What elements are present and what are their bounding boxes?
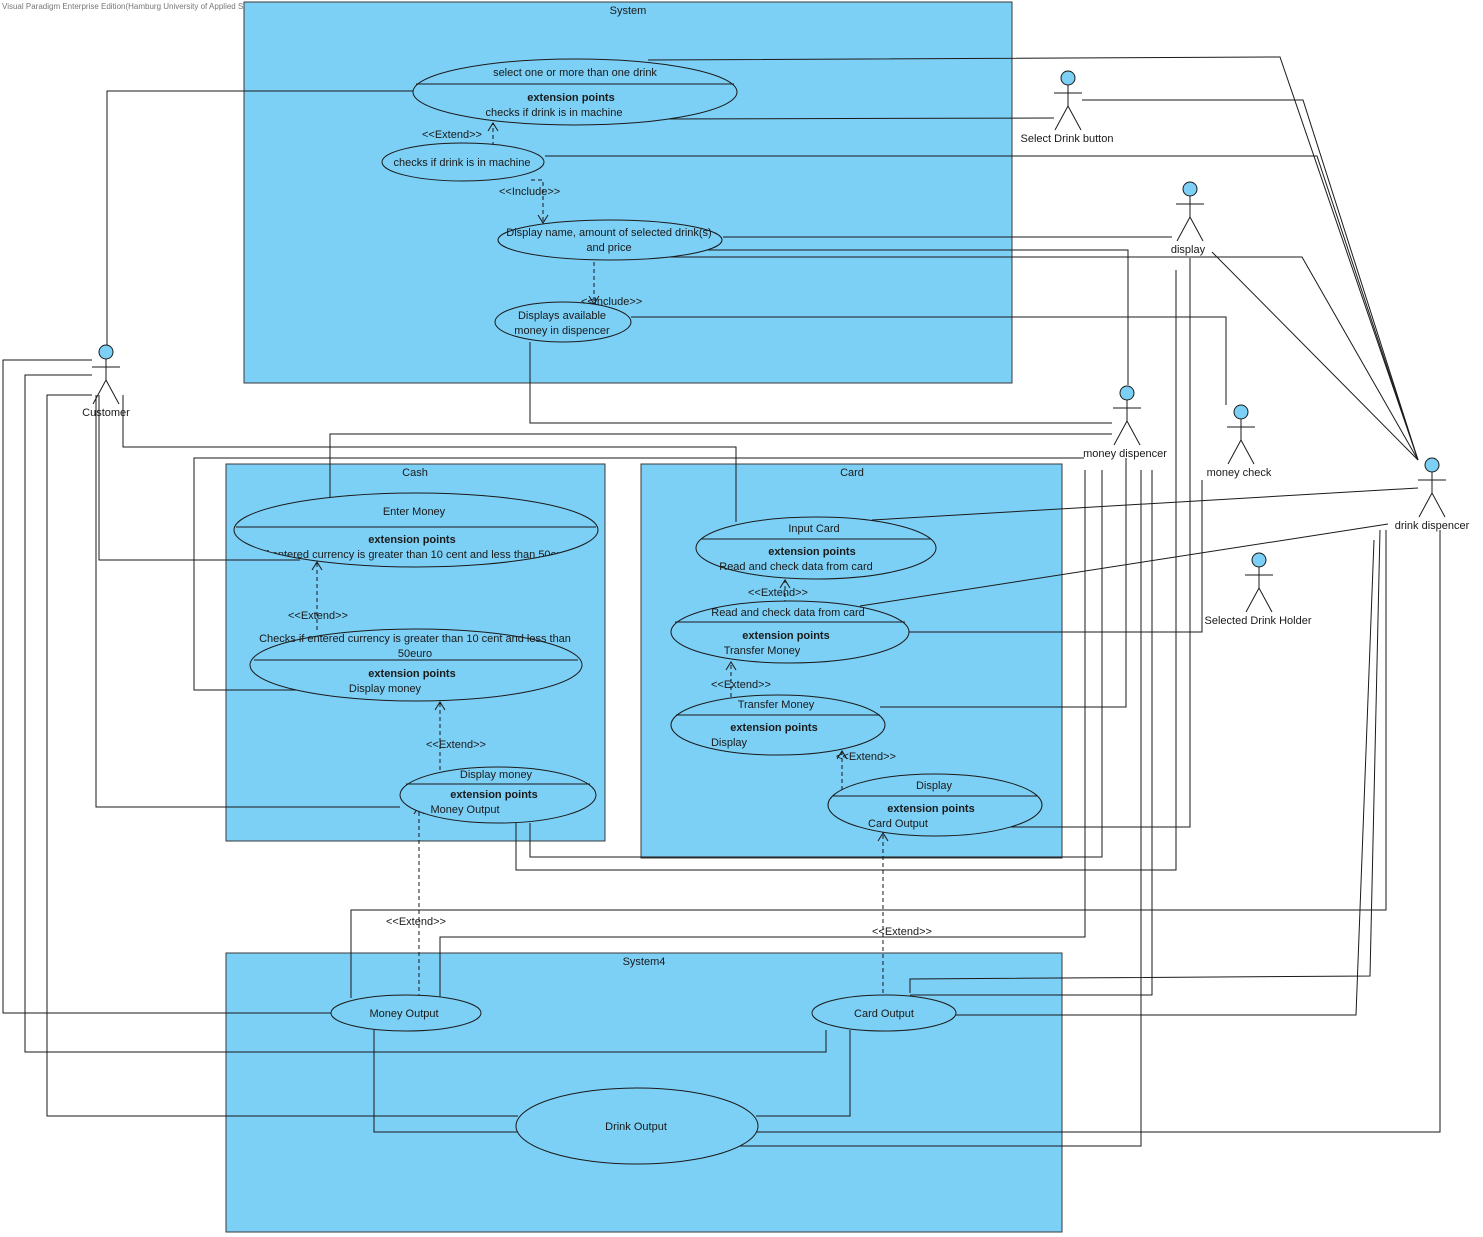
ext-point: Transfer Money [724, 645, 801, 657]
usecase-name: Drink Output [605, 1121, 667, 1133]
actor-label: drink dispencer [1395, 520, 1470, 532]
usecase-name-line2: and price [586, 242, 631, 254]
ext-point: Display [711, 737, 748, 749]
extend-label: <<Extend>> [426, 739, 486, 751]
usecase-name: Input Card [788, 523, 839, 535]
ext-points-heading: extension points [730, 722, 817, 734]
usecase-name: Card Output [854, 1008, 914, 1020]
include-label: <<Include>> [499, 186, 560, 198]
actor-customer[interactable]: Customer [82, 344, 130, 419]
ext-points-heading: extension points [887, 803, 974, 815]
usecase-input-card[interactable]: Input Card extension points Read and che… [695, 516, 937, 580]
actor-label: Selected Drink Holder [1205, 615, 1312, 627]
usecase-name: Display money [460, 769, 533, 781]
extend-label: <<Extend>> [422, 129, 482, 141]
usecase-name-line1: Checks if entered currency is greater th… [259, 633, 571, 645]
extend-label: <<Extend>> [386, 916, 446, 928]
usecase-card-output[interactable]: Card Output [811, 994, 957, 1032]
actor-selected-drink-holder[interactable]: Selected Drink Holder [1205, 552, 1312, 627]
extend-label: <<Extend>> [748, 587, 808, 599]
actor-select-drink-button[interactable]: Select Drink button [1021, 70, 1114, 145]
actor-drink-dispencer[interactable]: drink dispencer [1395, 457, 1470, 532]
extend-label: <<Extend>> [288, 610, 348, 622]
ext-points-heading: extension points [742, 630, 829, 642]
ext-point: Money Output [430, 804, 499, 816]
ext-point: Read and check data from card [719, 561, 872, 573]
usecase-name: Transfer Money [738, 699, 815, 711]
actor-label: money check [1207, 467, 1272, 479]
cash-boundary-title: Cash [402, 467, 428, 479]
usecase-drink-output[interactable]: Drink Output [515, 1087, 759, 1165]
usecase-name: Money Output [369, 1008, 438, 1020]
system4-boundary-title: System4 [623, 956, 666, 968]
actor-money-check[interactable]: money check [1207, 404, 1272, 479]
usecase-name-line1: Displays available [518, 310, 606, 322]
usecase-read-check-data[interactable]: Read and check data from card extension … [670, 600, 910, 664]
usecase-transfer-money[interactable]: Transfer Money extension points Display [670, 694, 886, 756]
usecase-select-drink[interactable]: select one or more than one drink extens… [412, 58, 738, 126]
actor-label: Customer [82, 407, 130, 419]
system-boundary-title: System [610, 5, 647, 17]
usecase-display-name-amount[interactable]: Display name, amount of selected drink(s… [497, 219, 723, 261]
ext-points-heading: extension points [450, 789, 537, 801]
usecase-checks-drink[interactable]: checks if drink is in machine [381, 142, 545, 182]
usecase-displays-available-money[interactable]: Displays available money in dispencer [494, 301, 632, 343]
extend-label: <<Extend>> [872, 926, 932, 938]
usecase-name-line2: 50euro [398, 648, 432, 660]
ext-point: checks if drink is in machine [486, 107, 623, 119]
watermark: Visual Paradigm Enterprise Edition(Hambu… [2, 2, 273, 11]
ext-points-heading: extension points [768, 546, 855, 558]
actor-label: money dispencer [1083, 448, 1167, 460]
usecase-name: Display [916, 780, 953, 792]
usecase-money-output[interactable]: Money Output [330, 994, 482, 1032]
usecase-name: Enter Money [383, 506, 446, 518]
use-case-diagram: Visual Paradigm Enterprise Edition(Hambu… [2, 1, 1470, 1233]
actor-display[interactable]: display [1171, 181, 1206, 256]
usecase-display-card[interactable]: Display extension points Card Output [827, 773, 1043, 837]
card-boundary-title: Card [840, 467, 864, 479]
usecase-display-money[interactable]: Display money extension points Money Out… [399, 766, 597, 824]
actor-label: display [1171, 244, 1206, 256]
actor-label: Select Drink button [1021, 133, 1114, 145]
usecase-name-line2: money in dispencer [514, 325, 610, 337]
extend-label: <<Extend>> [711, 679, 771, 691]
usecase-checks-currency[interactable]: Checks if entered currency is greater th… [249, 628, 583, 702]
usecase-name: select one or more than one drink [493, 67, 657, 79]
usecase-name: checks if drink is in machine [394, 157, 531, 169]
ext-point: Card Output [868, 818, 928, 830]
ext-points-heading: extension points [527, 92, 614, 104]
extend-label: <<Extend>> [836, 751, 896, 763]
usecase-name-line1: Display name, amount of selected drink(s… [506, 227, 711, 239]
ext-points-heading: extension points [368, 668, 455, 680]
ext-points-heading: extension points [368, 534, 455, 546]
usecase-name: Read and check data from card [711, 607, 864, 619]
ext-point: Display money [349, 683, 422, 695]
